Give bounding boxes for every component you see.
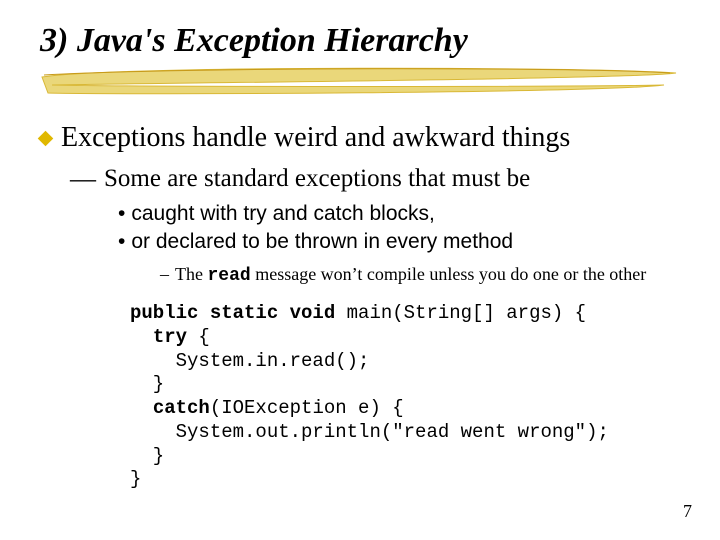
code-kw1: public static void [130, 302, 335, 324]
bullet-dot-icon: • [118, 202, 125, 225]
dash-icon: — [70, 165, 96, 194]
code-block: public static void main(String[] args) {… [130, 302, 680, 492]
bullet-level4: –The read message won’t compile unless y… [160, 264, 680, 288]
code-l6: System.out.println("read went wrong"); [130, 421, 609, 443]
bullet3a: • caught with try and catch blocks, [118, 200, 680, 228]
note-post: message won’t compile unless you do one … [251, 264, 647, 284]
bullet-dot-icon: • [118, 230, 125, 253]
code-l8: } [130, 468, 141, 490]
code-l2b: { [187, 326, 210, 348]
note-code: read [207, 266, 250, 286]
bullet-level3: • caught with try and catch blocks, • or d… [118, 200, 680, 257]
slide: 3) Java's Exception Hierarchy Exceptions… [0, 0, 720, 540]
bullet3a-text: caught with try and catch blocks, [131, 202, 435, 225]
code-l4: } [130, 373, 164, 395]
bullet3b-text: or declared to be thrown in every method [131, 230, 513, 253]
slide-title: 3) Java's Exception Hierarchy [40, 22, 680, 59]
bullet-level2: — Some are standard exceptions that must… [70, 165, 680, 194]
note-pre: The [175, 264, 207, 284]
bullet-level1: Exceptions handle weird and awkward thin… [40, 121, 680, 155]
ndash-icon: – [160, 264, 169, 284]
code-l5b: (IOException e) { [210, 397, 404, 419]
code-kw3: catch [153, 397, 210, 419]
bullet2-text: Some are standard exceptions that must b… [104, 165, 530, 194]
code-kw2: try [153, 326, 187, 348]
page-number: 7 [683, 501, 692, 522]
code-l3: System.in.read(); [130, 350, 369, 372]
bullet1-text: Exceptions handle weird and awkward thin… [61, 121, 570, 155]
code-l7: } [130, 445, 164, 467]
diamond-icon [38, 131, 54, 147]
code-l1b: main(String[] args) { [335, 302, 586, 324]
brush-underline [40, 63, 680, 97]
bullet3b: • or declared to be thrown in every metho… [118, 228, 680, 256]
